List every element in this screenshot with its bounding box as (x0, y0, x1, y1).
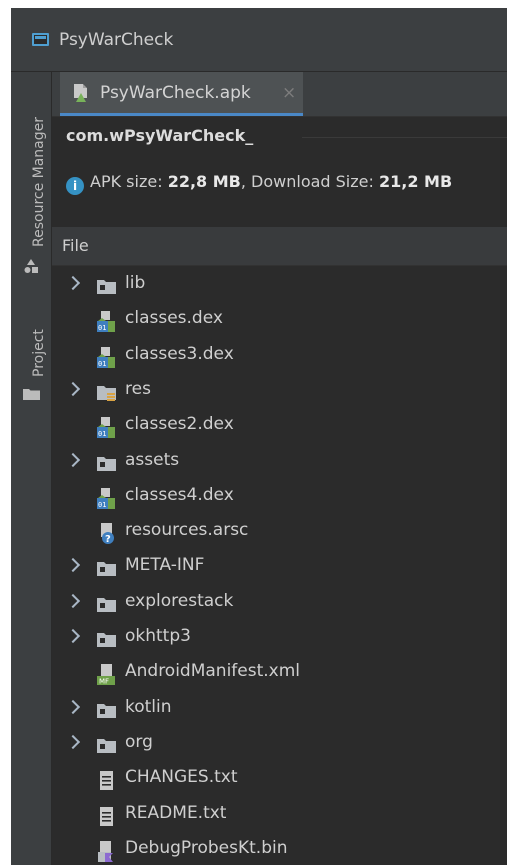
folder-icon (96, 699, 117, 722)
tree-row[interactable]: lib (52, 271, 507, 306)
tree-row-label: resources.arsc (125, 520, 249, 540)
tree-row[interactable]: org (52, 730, 507, 765)
tree-row-label: classes3.dex (125, 344, 234, 364)
binary-file-icon (96, 840, 117, 863)
tab-psywarcheck-apk[interactable]: PsyWarCheck.apk × (60, 72, 303, 116)
svg-text:MF: MF (99, 678, 109, 686)
tree-row-label: okhttp3 (125, 626, 191, 646)
svg-text:01: 01 (98, 430, 106, 438)
tree-row[interactable]: 01 classes4.dex (52, 483, 507, 518)
tab-label: PsyWarCheck.apk (100, 83, 251, 103)
tree-row-label: DebugProbesKt.bin (125, 838, 288, 858)
download-size-value: 21,2 MB (378, 172, 453, 191)
text-file-icon (96, 805, 117, 828)
folder-icon (96, 452, 117, 475)
tree-row-label: res (125, 379, 151, 399)
tree-row-label: explorestack (125, 591, 234, 611)
column-header-file: File (62, 236, 89, 255)
apk-analyzer-panel: PsyWarCheck.apk × com.wPsyWarCheck_ i APK… (52, 72, 507, 865)
chevron-right-icon[interactable] (65, 452, 81, 468)
resource-manager-icon[interactable] (23, 258, 39, 274)
chevron-right-icon[interactable] (65, 593, 81, 609)
editor-tab-bar: PsyWarCheck.apk × (52, 72, 507, 117)
tree-row[interactable]: assets (52, 448, 507, 483)
info-icon: i (66, 177, 84, 195)
svg-text:?: ? (105, 534, 111, 545)
dex-file-icon: 01 (96, 310, 117, 333)
apk-size-summary: i APK size: 22,8 MB, Download Size: 21,2 … (66, 172, 452, 195)
download-size-label: , Download Size: (240, 172, 374, 191)
sidebar-tab-project[interactable]: Project (31, 329, 47, 377)
close-icon[interactable]: × (282, 83, 296, 103)
folder-icon (96, 557, 117, 580)
title-bar: PsyWarCheck (11, 8, 507, 72)
tree-row[interactable]: CHANGES.txt (52, 765, 507, 800)
tree-row-label: lib (125, 273, 146, 293)
tree-row[interactable]: README.txt (52, 801, 507, 836)
file-column-header[interactable]: File (52, 227, 507, 266)
manifest-file-icon: MF (96, 663, 117, 686)
tree-row-label: classes2.dex (125, 414, 234, 434)
tree-row[interactable]: kotlin (52, 695, 507, 730)
dex-file-icon: 01 (96, 346, 117, 369)
tree-row[interactable]: MF AndroidManifest.xml (52, 659, 507, 694)
tool-window-sidebar: Resource Manager Project (11, 72, 52, 865)
svg-text:01: 01 (98, 324, 106, 332)
tree-row-label: classes4.dex (125, 485, 234, 505)
project-folder-icon[interactable] (23, 388, 40, 400)
tree-row[interactable]: ? resources.arsc (52, 518, 507, 553)
apk-size-label: APK size: (90, 172, 163, 191)
folder-icon (96, 593, 117, 616)
chevron-right-icon[interactable] (65, 628, 81, 644)
tree-row-label: README.txt (125, 803, 227, 823)
apk-file-icon (74, 84, 87, 102)
tree-row-label: CHANGES.txt (125, 767, 238, 787)
tree-row-label: org (125, 732, 153, 752)
tree-row-label: AndroidManifest.xml (125, 661, 301, 681)
tree-row-label: META-INF (125, 555, 205, 575)
tree-row[interactable]: META-INF (52, 553, 507, 588)
chevron-right-icon[interactable] (65, 699, 81, 715)
package-name: com.wPsyWarCheck_ (66, 126, 254, 145)
tree-row-label: assets (125, 450, 180, 470)
folder-icon (96, 734, 117, 757)
folder-icon (96, 628, 117, 651)
tree-row[interactable]: 01 classes2.dex (52, 412, 507, 447)
svg-text:01: 01 (98, 360, 106, 368)
tree-row-label: classes.dex (125, 308, 223, 328)
tree-row[interactable]: DebugProbesKt.bin (52, 836, 507, 865)
dex-file-icon: 01 (96, 487, 117, 510)
dex-file-icon: 01 (96, 416, 117, 439)
tree-row[interactable]: explorestack (52, 589, 507, 624)
svg-text:01: 01 (98, 501, 106, 509)
resource-folder-icon (96, 381, 117, 404)
divider (302, 137, 507, 138)
sidebar-tab-resource-manager[interactable]: Resource Manager (31, 117, 47, 247)
chevron-right-icon[interactable] (65, 275, 81, 291)
tree-row[interactable]: res (52, 377, 507, 412)
tree-row[interactable]: 01 classes.dex (52, 306, 507, 341)
tree-row-label: kotlin (125, 697, 172, 717)
folder-icon (96, 275, 117, 298)
chevron-right-icon[interactable] (65, 734, 81, 750)
arsc-file-icon: ? (96, 522, 117, 545)
tree-row[interactable]: okhttp3 (52, 624, 507, 659)
window-title: PsyWarCheck (59, 30, 174, 50)
text-file-icon (96, 769, 117, 792)
tree-row[interactable]: 01 classes3.dex (52, 342, 507, 377)
ide-window: PsyWarCheck Resource Manager Project Psy… (11, 8, 507, 865)
chevron-right-icon[interactable] (65, 381, 81, 397)
project-window-icon (32, 33, 49, 46)
chevron-right-icon[interactable] (65, 557, 81, 573)
apk-size-value: 22,8 MB (167, 172, 241, 191)
